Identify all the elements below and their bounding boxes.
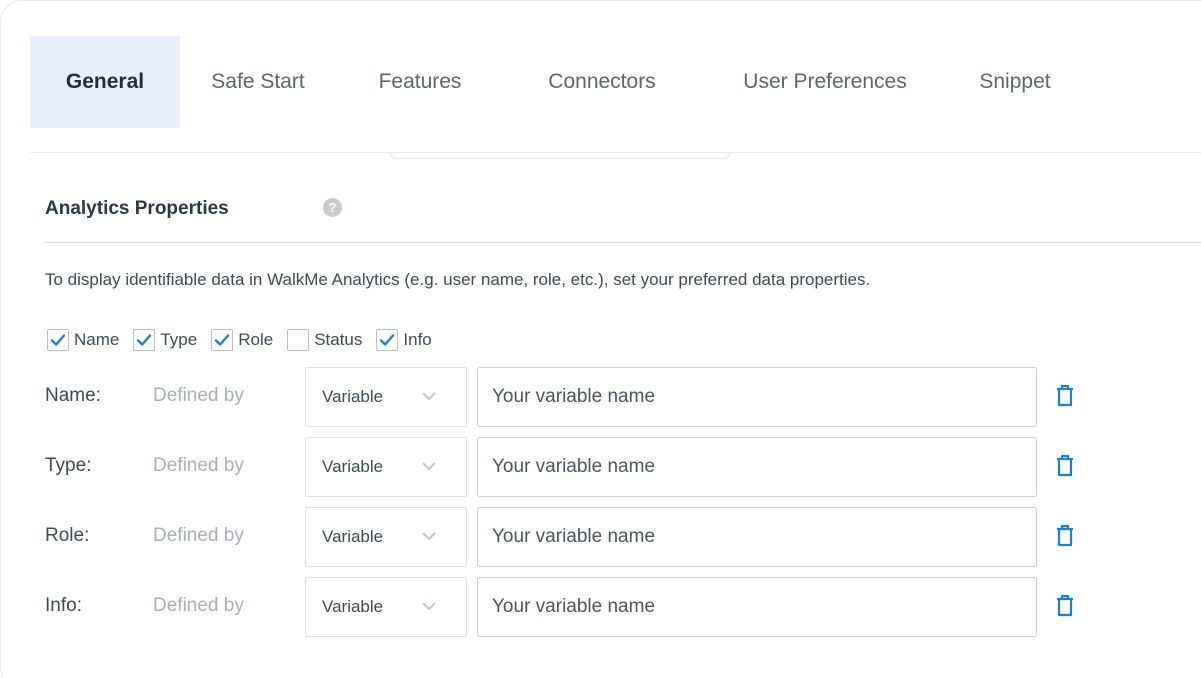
checkbox-type[interactable]: Type (133, 329, 197, 351)
checkbox-status[interactable]: Status (287, 329, 362, 351)
tab-content-stub (390, 152, 730, 159)
checkbox-label: Role (238, 330, 274, 349)
source-select[interactable]: Variable (305, 507, 467, 567)
checkbox-box[interactable] (133, 329, 156, 351)
checkbox-box[interactable] (211, 329, 234, 351)
chevron-down-icon (422, 392, 436, 401)
property-label: Name: (45, 385, 101, 406)
checkbox-label: Name (74, 330, 120, 349)
property-row-role: Role: Defined by Variable (45, 507, 1085, 567)
question-circle-icon[interactable]: ? (323, 198, 342, 217)
property-label: Info: (45, 595, 82, 616)
section-title: Analytics Properties (45, 198, 229, 219)
checkbox-label: Info (403, 330, 432, 349)
chevron-down-icon (422, 532, 436, 541)
chevron-down-icon (422, 602, 436, 611)
checkbox-name[interactable]: Name (47, 329, 119, 351)
property-row-name: Name: Defined by Variable (45, 367, 1085, 427)
defined-by-label: Defined by (153, 385, 244, 406)
checkbox-label: Status (314, 330, 363, 349)
tab-general[interactable]: General (30, 36, 180, 128)
checkmark-icon (137, 334, 152, 346)
checkbox-role[interactable]: Role (211, 329, 273, 351)
defined-by-label: Defined by (153, 455, 244, 476)
source-select-value: Variable (322, 597, 384, 616)
tab-user-preferences[interactable]: User Preferences (700, 36, 950, 128)
checkbox-info[interactable]: Info (376, 329, 432, 351)
trash-icon[interactable] (1056, 595, 1074, 617)
checkbox-box[interactable] (376, 329, 399, 351)
property-row-type: Type: Defined by Variable (45, 437, 1085, 497)
checkmark-icon (50, 334, 66, 346)
source-select-value: Variable (322, 387, 384, 406)
source-select[interactable]: Variable (305, 367, 467, 427)
defined-by-label: Defined by (153, 595, 244, 616)
checkbox-box[interactable] (47, 329, 69, 351)
source-select-value: Variable (322, 457, 384, 476)
variable-name-input[interactable] (477, 367, 1037, 427)
tab-connectors[interactable]: Connectors (504, 36, 700, 128)
trash-icon[interactable] (1056, 385, 1074, 407)
source-select-value: Variable (322, 527, 384, 546)
property-label: Type: (45, 455, 92, 476)
trash-icon[interactable] (1056, 455, 1074, 477)
property-checkbox-group: Name Type Role Status Info (47, 328, 446, 352)
tab-bar: General Safe Start Features Connectors U… (30, 36, 1080, 128)
property-label: Role: (45, 525, 90, 546)
source-select[interactable]: Variable (305, 437, 467, 497)
checkmark-icon (380, 334, 395, 346)
checkmark-icon (215, 334, 230, 346)
defined-by-label: Defined by (153, 525, 244, 546)
tab-safe-start[interactable]: Safe Start (180, 36, 336, 128)
variable-name-input[interactable] (477, 577, 1037, 637)
tab-features[interactable]: Features (336, 36, 504, 128)
checkbox-box[interactable] (287, 329, 310, 351)
section-description: To display identifiable data in WalkMe A… (45, 270, 871, 289)
property-row-info: Info: Defined by Variable (45, 577, 1085, 637)
chevron-down-icon (422, 462, 436, 471)
variable-name-input[interactable] (477, 507, 1037, 567)
tab-snippet[interactable]: Snippet (950, 36, 1080, 128)
checkbox-label: Type (160, 330, 198, 349)
trash-icon[interactable] (1056, 525, 1074, 547)
source-select[interactable]: Variable (305, 577, 467, 637)
section-divider (45, 242, 1201, 243)
variable-name-input[interactable] (477, 437, 1037, 497)
